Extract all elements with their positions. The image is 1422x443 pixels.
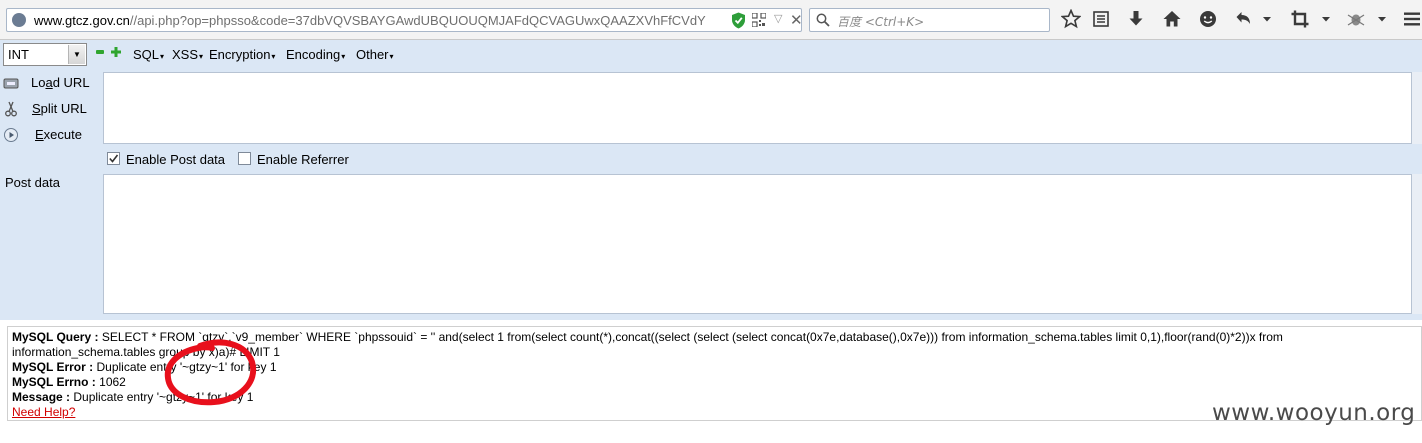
query-text: SELECT * FROM `gtzy`.`v9_member` WHERE `…: [12, 330, 1283, 359]
site-identity-icon[interactable]: [12, 13, 26, 27]
mysql-errno-line: MySQL Errno : 1062: [12, 375, 1417, 390]
search-icon: [816, 13, 830, 27]
load-url-icon: [3, 78, 19, 89]
increase-icon[interactable]: [111, 47, 121, 57]
search-input[interactable]: 百度 <Ctrl+K>: [809, 8, 1050, 32]
url-textarea[interactable]: [103, 72, 1412, 144]
menu-other[interactable]: Other▾: [356, 47, 394, 62]
decrease-icon[interactable]: [96, 50, 104, 54]
errno-label: MySQL Errno :: [12, 375, 96, 389]
undo-back-icon[interactable]: [1233, 9, 1253, 29]
browser-toolbar: www.gtcz.gov.cn//api.php?op=phpsso&code=…: [0, 0, 1422, 40]
enable-post-label[interactable]: Enable Post data: [126, 152, 225, 167]
menu-xss[interactable]: XSS▾: [172, 47, 203, 62]
menu-hamburger-icon[interactable]: [1402, 9, 1422, 29]
enable-post-checkbox[interactable]: [107, 152, 120, 165]
chat-smiley-icon[interactable]: [1198, 9, 1218, 29]
url-text[interactable]: www.gtcz.gov.cn//api.php?op=phpsso&code=…: [34, 13, 706, 28]
search-placeholder: 百度 <Ctrl+K>: [837, 15, 925, 29]
message-label: Message :: [12, 390, 71, 404]
menu-encryption[interactable]: Encryption▾: [209, 47, 275, 62]
errno-text: 1062: [99, 375, 126, 389]
hackbar-panel: INT ▼ SQL▾ XSS▾ Encryption▾ Encoding▾ Ot…: [0, 40, 1422, 320]
close-icon[interactable]: ✕: [790, 11, 801, 29]
need-help-link[interactable]: Need Help?: [12, 405, 75, 419]
split-url-button[interactable]: Split URL: [0, 98, 100, 120]
enable-referrer-checkbox[interactable]: [238, 152, 251, 165]
execute-button[interactable]: Execute: [0, 124, 100, 146]
mysql-query-line: MySQL Query : SELECT * FROM `gtzy`.`v9_m…: [12, 330, 1417, 360]
url-path: //api.php?op=phpsso&code=37dbVQVSBAYGAwd…: [129, 13, 706, 28]
message-text: Duplicate entry '~gtzy~1' for key 1: [73, 390, 254, 404]
address-bar[interactable]: www.gtcz.gov.cn//api.php?op=phpsso&code=…: [6, 8, 802, 32]
message-line: Message : Duplicate entry '~gtzy~1' for …: [12, 390, 1417, 405]
url-host: www.gtcz.gov.cn: [34, 13, 130, 28]
chevron-down-icon[interactable]: ▼: [68, 45, 85, 64]
bookmark-star-icon[interactable]: [1061, 9, 1081, 29]
menu-encoding[interactable]: Encoding▾: [286, 47, 345, 62]
type-select-value: INT: [8, 47, 29, 62]
watermark: www.wooyun.org: [1212, 400, 1416, 426]
qr-code-icon[interactable]: [752, 13, 766, 27]
shield-icon[interactable]: [731, 12, 746, 29]
error-label: MySQL Error :: [12, 360, 94, 374]
firebug-icon[interactable]: [1346, 9, 1366, 29]
query-label: MySQL Query :: [12, 330, 99, 344]
download-icon[interactable]: [1126, 9, 1146, 29]
checkmark-icon: [109, 154, 119, 163]
enable-referrer-label[interactable]: Enable Referrer: [257, 152, 349, 167]
chevron-down-icon[interactable]: [1377, 9, 1387, 29]
post-textarea-scrollbar[interactable]: [1412, 174, 1422, 314]
url-textarea-scrollbar[interactable]: [1412, 72, 1422, 144]
type-select[interactable]: INT ▼: [3, 43, 87, 66]
home-icon[interactable]: [1162, 9, 1182, 29]
error-text: Duplicate entry '~gtzy~1' for key 1: [96, 360, 277, 374]
chevron-down-icon[interactable]: [1262, 9, 1272, 29]
post-data-textarea[interactable]: [103, 174, 1412, 314]
mysql-error-output: MySQL Query : SELECT * FROM `gtzy`.`v9_m…: [7, 326, 1422, 421]
crop-screenshot-icon[interactable]: [1290, 9, 1310, 29]
play-icon: [4, 128, 18, 142]
scissors-icon: [5, 101, 17, 117]
url-history-dropdown-icon[interactable]: ▽: [774, 12, 782, 25]
post-data-label: Post data: [5, 175, 60, 190]
chevron-down-icon[interactable]: [1321, 9, 1331, 29]
mysql-error-line: MySQL Error : Duplicate entry '~gtzy~1' …: [12, 360, 1417, 375]
bookmarks-list-icon[interactable]: [1091, 9, 1111, 29]
load-url-button[interactable]: Load URL: [0, 72, 100, 94]
menu-sql[interactable]: SQL▾: [133, 47, 164, 62]
